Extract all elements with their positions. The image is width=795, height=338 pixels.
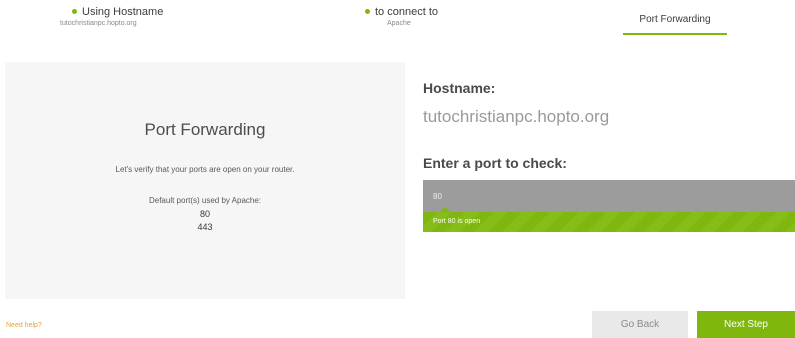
main-content: Port Forwarding Let's verify that your p…	[0, 62, 795, 299]
step-port-forwarding: Port Forwarding	[623, 14, 727, 25]
port-check-panel: Hostname: tutochristianpc.hopto.org Ente…	[405, 62, 795, 299]
active-step-indicator	[623, 33, 727, 35]
port-input-label: Enter a port to check:	[423, 155, 567, 171]
stepper: Using Hostname tutochristianpc.hopto.org…	[0, 0, 795, 52]
step-title: to connect to	[375, 6, 438, 18]
step-connect-to: to connect to Apache	[365, 6, 438, 27]
step-title: Port Forwarding	[639, 14, 711, 25]
step-complete-dot-icon	[365, 8, 370, 14]
step-using-hostname: Using Hostname tutochristianpc.hopto.org	[60, 6, 164, 27]
step-subtitle: tutochristianpc.hopto.org	[60, 20, 137, 27]
info-panel: Port Forwarding Let's verify that your p…	[5, 62, 405, 299]
need-help-link[interactable]: Need help?	[6, 322, 42, 329]
default-ports-label: Default port(s) used by Apache:	[148, 196, 262, 205]
panel-title: Port Forwarding	[144, 120, 266, 139]
step-title: Using Hostname	[82, 6, 164, 18]
hostname-label: Hostname:	[423, 80, 496, 96]
port-status-text: Port 80 is open	[433, 218, 481, 225]
default-port-value: 80	[199, 209, 210, 219]
default-port-value: 443	[197, 222, 213, 232]
footer: Need help? Go Back Next Step	[0, 299, 795, 338]
port-input[interactable]	[423, 180, 795, 212]
panel-description: Let's verify that your ports are open on…	[115, 165, 295, 174]
port-status-bar: Port 80 is open	[423, 212, 795, 232]
step-subtitle: Apache	[387, 20, 411, 27]
hostname-value: tutochristianpc.hopto.org	[423, 107, 610, 126]
step-complete-dot-icon	[72, 8, 77, 14]
